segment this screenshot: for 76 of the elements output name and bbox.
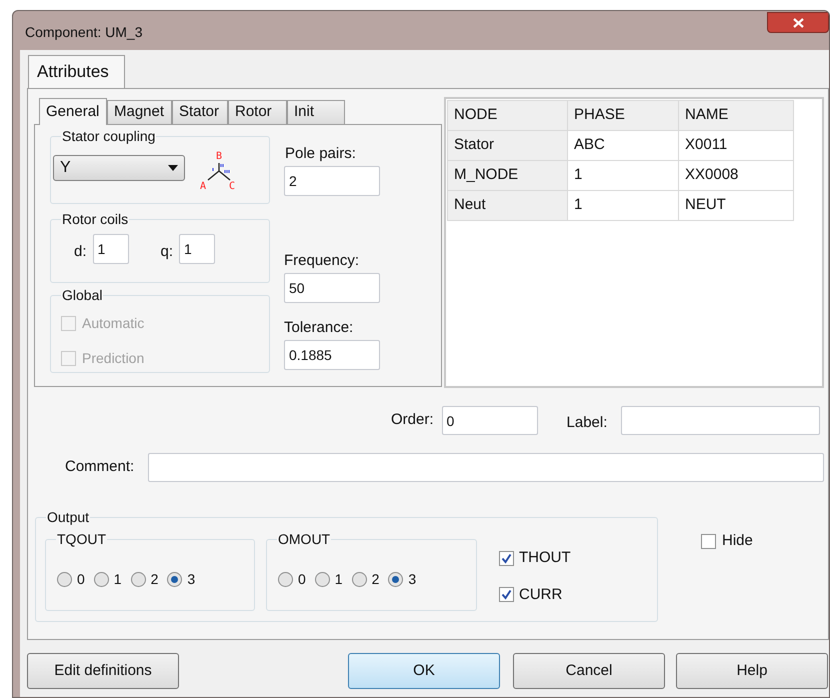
input-field[interactable]: 1 [92, 234, 129, 264]
radio-label[interactable]: 1 [334, 568, 343, 590]
input-field[interactable]: 0.1885 [284, 340, 380, 370]
phase-label: B [216, 151, 222, 162]
input-field[interactable] [621, 406, 820, 435]
row-header: M_NODE [448, 160, 568, 190]
group-label: Stator coupling [61, 128, 156, 144]
field-label: Frequency: [284, 252, 360, 270]
group-label: Rotor coils [61, 211, 130, 227]
tab[interactable]: Init [287, 100, 345, 124]
field-label: Order: [391, 410, 434, 430]
radio-button[interactable] [278, 572, 293, 586]
tab[interactable]: General [39, 98, 107, 125]
input-field[interactable] [148, 453, 824, 482]
table-cell: ABC [568, 130, 678, 160]
radio-button[interactable] [388, 572, 404, 586]
group-label: OMOUT [277, 531, 332, 547]
group-label: Output [46, 509, 90, 525]
radio-label[interactable]: 0 [298, 568, 306, 590]
table-cell: X0011 [678, 130, 794, 160]
radio-button[interactable] [167, 572, 182, 586]
column-header: NODE [448, 100, 568, 130]
table-cell: 1 [568, 160, 678, 190]
field-label: Comment: [65, 457, 134, 478]
row-header: Stator [448, 130, 568, 160]
input-field[interactable]: 0 [442, 406, 538, 435]
radio-button[interactable] [352, 572, 367, 586]
table-cell: 1 [568, 190, 678, 220]
radio-label[interactable]: 0 [77, 568, 85, 590]
checkbox[interactable] [701, 534, 716, 549]
radio-button[interactable] [130, 572, 146, 586]
input-field[interactable]: 50 [284, 273, 380, 303]
phase-label: A [200, 181, 206, 191]
dialog-button[interactable]: Cancel [513, 653, 665, 689]
radio-label[interactable]: 2 [372, 568, 380, 590]
field-label: d: [74, 242, 87, 262]
input-field[interactable]: 1 [179, 234, 216, 264]
field-label: q: [160, 242, 174, 262]
radio-label[interactable]: 1 [114, 568, 122, 590]
tab[interactable]: Rotor [228, 100, 287, 124]
field-label: Tolerance: [284, 319, 354, 337]
table-cell: XX0008 [678, 160, 794, 190]
radio-label[interactable]: 2 [150, 568, 158, 590]
checkbox[interactable] [499, 550, 514, 566]
tab[interactable]: Magnet [107, 100, 172, 124]
dialog-button[interactable]: Help [676, 653, 828, 689]
dialog-button[interactable]: OK [348, 653, 500, 689]
field-label: Label: [566, 412, 608, 433]
checkbox-label[interactable]: CURR [519, 584, 562, 606]
radio-button[interactable] [314, 572, 330, 586]
tab[interactable]: Stator [172, 100, 228, 124]
checkbox-label[interactable]: Hide [722, 530, 753, 552]
checkbox[interactable] [499, 587, 514, 602]
window-title: Component: UM_3 [25, 23, 143, 42]
tab[interactable]: Attributes [28, 55, 125, 88]
table-cell: NEUT [678, 190, 794, 220]
dropdown[interactable]: Y [53, 155, 185, 181]
column-header: PHASE [568, 100, 678, 130]
radio-label[interactable]: 3 [187, 568, 196, 590]
radio-button[interactable] [94, 572, 109, 586]
phase-label: C [229, 181, 236, 191]
group-label: Global [61, 287, 104, 303]
caret-icon [168, 165, 178, 171]
field-label: Pole pairs: [285, 145, 357, 163]
dialog-button[interactable]: Edit definitions [27, 653, 179, 689]
row-header: Neut [448, 190, 568, 220]
group-label: TQOUT [56, 531, 107, 547]
close-icon [792, 18, 804, 28]
radio-label[interactable]: 3 [408, 568, 416, 590]
close-button[interactable] [767, 12, 829, 33]
column-header: NAME [678, 100, 794, 130]
checkbox-label: Prediction [82, 349, 144, 368]
radio-button[interactable] [57, 572, 72, 586]
checkbox-label: Automatic [82, 314, 144, 333]
input-field[interactable]: 2 [284, 166, 380, 196]
checkbox-label[interactable]: THOUT [519, 547, 571, 570]
